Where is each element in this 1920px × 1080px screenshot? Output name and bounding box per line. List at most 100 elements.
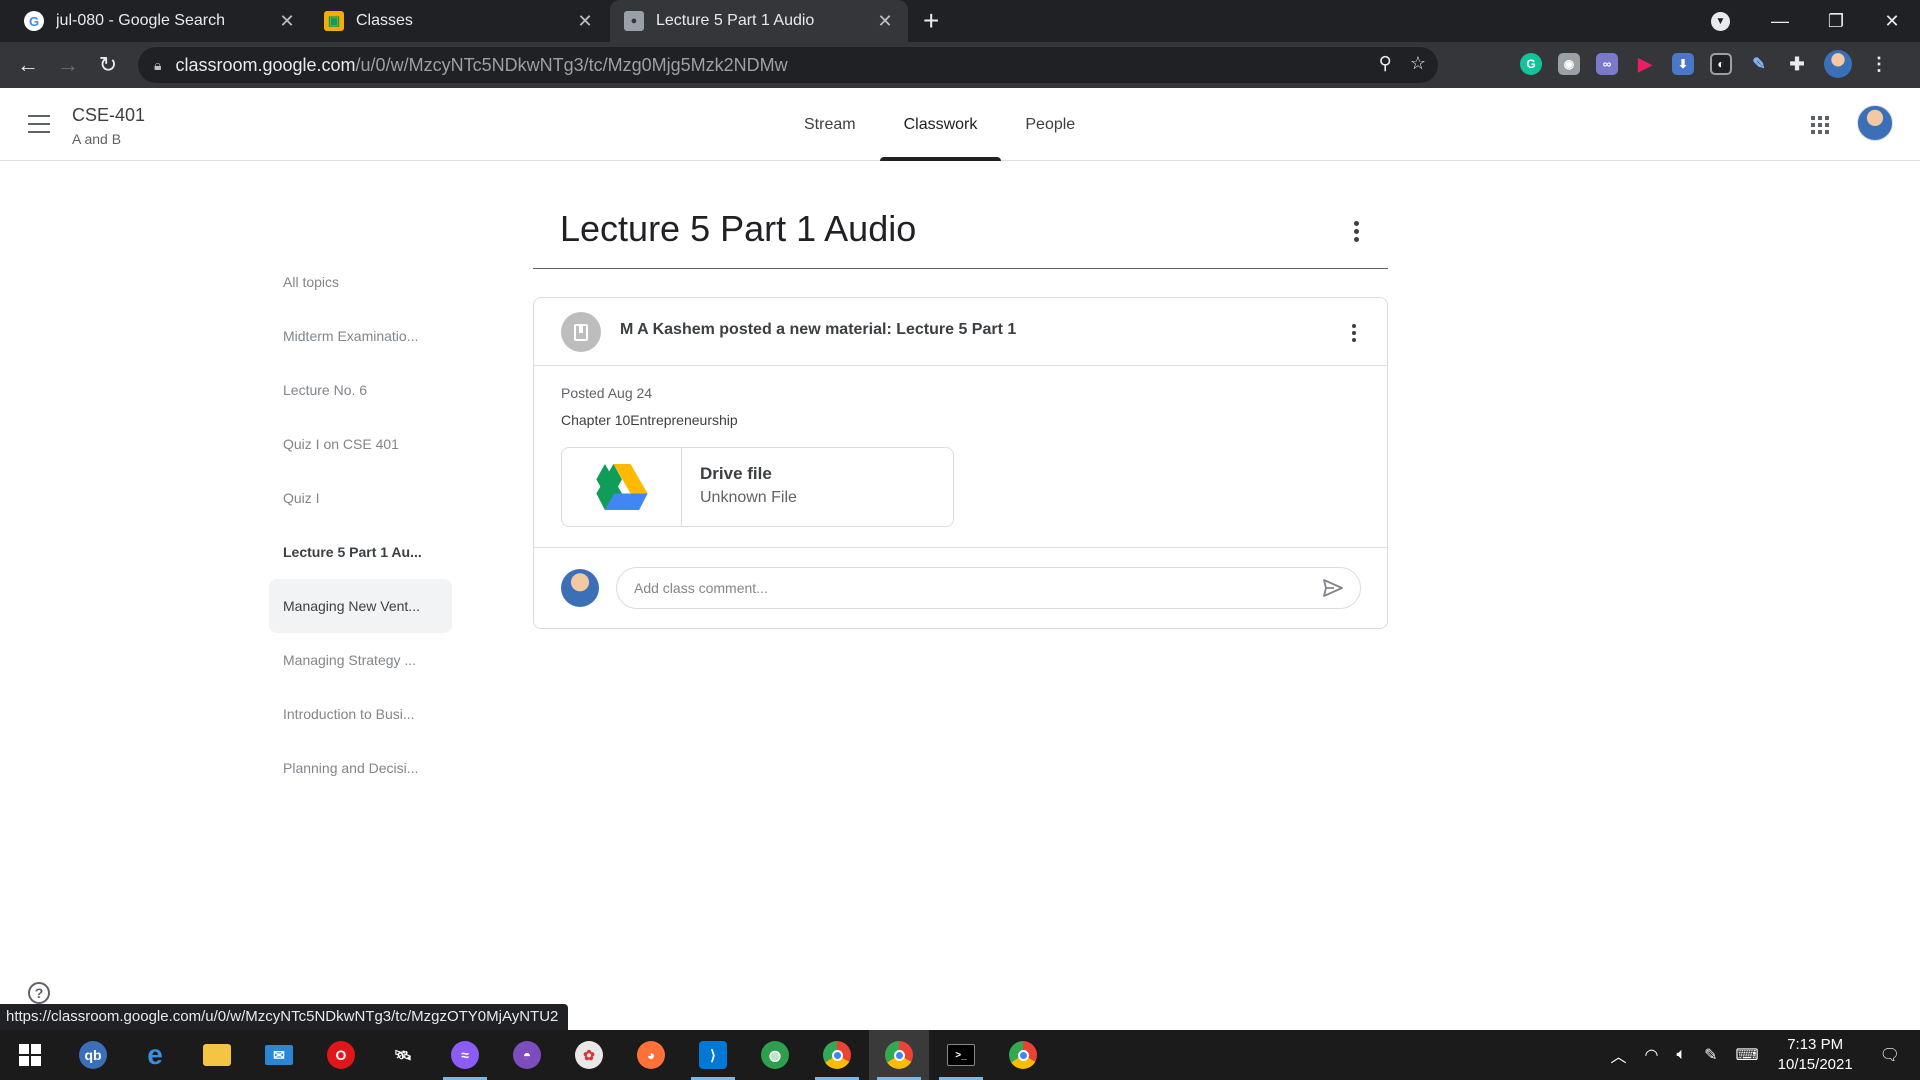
taskbar-app-explorer[interactable] xyxy=(187,1030,247,1080)
topic-item[interactable]: Lecture No. 6 xyxy=(269,363,452,417)
topic-item[interactable]: Quiz I xyxy=(269,471,452,525)
url-text: classroom.google.com/u/0/w/MzcyNTc5NDkwN… xyxy=(175,54,788,75)
download-extension-icon[interactable]: ⬇ xyxy=(1672,53,1694,75)
taskbar-app-edge[interactable]: e xyxy=(125,1030,185,1080)
more-options-icon[interactable] xyxy=(1353,221,1359,242)
topic-item[interactable]: Introduction to Busi... xyxy=(269,687,452,741)
chrome-icon xyxy=(823,1041,851,1069)
send-icon[interactable] xyxy=(1321,576,1345,600)
pen-extension-icon[interactable]: ✎ xyxy=(1748,53,1770,75)
chrome-menu-icon[interactable]: ⋮ xyxy=(1868,53,1890,75)
topic-item[interactable]: Planning and Decisi... xyxy=(269,741,452,795)
tab-classwork[interactable]: Classwork xyxy=(879,88,1002,161)
reload-icon[interactable]: ↻ xyxy=(88,52,128,78)
notification-icon[interactable]: 🗨︎ xyxy=(1880,1045,1900,1065)
attachment-thumbnail xyxy=(562,448,682,526)
status-bar-url: https://classroom.google.com/u/0/w/MzcyN… xyxy=(0,1004,569,1030)
avatar[interactable] xyxy=(1857,105,1893,141)
restore-icon[interactable]: ❐ xyxy=(1808,11,1864,32)
close-icon[interactable]: ✕ xyxy=(278,11,296,32)
menu-icon[interactable] xyxy=(28,115,50,133)
avatar xyxy=(561,569,599,607)
zoom-icon[interactable]: ⚲ xyxy=(1379,53,1392,74)
class-comment-input[interactable] xyxy=(616,567,1361,609)
wifi-icon[interactable]: ◠ xyxy=(1645,1045,1659,1065)
topic-item-hovered[interactable]: Managing New Vent... xyxy=(269,579,452,633)
topics-sidebar: All topics Midterm Examinatio... Lecture… xyxy=(269,255,452,795)
browser-tab-classes[interactable]: ▣ Classes ✕ xyxy=(310,0,608,42)
page-title: Lecture 5 Part 1 Audio xyxy=(560,208,917,249)
chevron-up-icon[interactable]: ︿ xyxy=(1611,1043,1627,1067)
camera-icon[interactable]: ◉ xyxy=(1558,53,1580,75)
lock-icon[interactable]: 🔒︎ xyxy=(154,57,161,74)
forward-icon[interactable]: → xyxy=(48,52,88,78)
grammarly-icon[interactable]: G xyxy=(1520,53,1542,75)
chrome-profile-avatar[interactable] xyxy=(1824,50,1852,78)
topic-item[interactable]: Midterm Examinatio... xyxy=(269,309,452,363)
taskbar-app-chrome-1[interactable] xyxy=(807,1030,867,1080)
taskbar-app-firefox[interactable]: ◕ xyxy=(621,1030,681,1080)
browser-tab-google-search[interactable]: G jul-080 - Google Search ✕ xyxy=(10,0,310,42)
mail-icon: ✉ xyxy=(265,1045,293,1065)
start-button[interactable] xyxy=(0,1030,60,1080)
chevron-down-icon[interactable]: ▼ xyxy=(1711,12,1730,31)
course-title[interactable]: CSE-401 xyxy=(72,105,145,126)
globe-icon: ◍ xyxy=(761,1041,789,1069)
qbittorrent-icon: qb xyxy=(79,1041,107,1069)
posted-date: Posted Aug 24 xyxy=(561,385,653,401)
close-icon[interactable]: ✕ xyxy=(576,11,594,32)
tab-title: Classes xyxy=(356,12,413,29)
screen-recorder-icon[interactable]: ◐ xyxy=(1710,53,1732,75)
taskbar-app-chrome-2[interactable] xyxy=(869,1030,929,1080)
windows-icon xyxy=(19,1044,41,1066)
taskbar-app-paint[interactable]: ✿ xyxy=(559,1030,619,1080)
taskbar-app-github[interactable]: ◓ xyxy=(497,1030,557,1080)
taskbar-app-vscode[interactable]: ⟩ xyxy=(683,1030,743,1080)
messenger-icon: ≈ xyxy=(451,1041,479,1069)
new-tab-button[interactable]: + xyxy=(923,6,939,36)
drive-attachment[interactable]: Drive file Unknown File xyxy=(561,447,954,527)
topic-item[interactable]: Managing Strategy ... xyxy=(269,633,452,687)
material-headline: M A Kashem posted a new material: Lectur… xyxy=(620,321,1017,338)
google-apps-icon[interactable] xyxy=(1811,116,1829,134)
close-icon[interactable]: ✕ xyxy=(876,11,894,32)
clock-date: 10/15/2021 xyxy=(1777,1056,1853,1073)
more-options-icon[interactable] xyxy=(1351,324,1357,342)
clock-time: 7:13 PM xyxy=(1787,1036,1844,1053)
taskbar-app-chrome-3[interactable] xyxy=(993,1030,1053,1080)
window-controls: — ❐ ✕ xyxy=(1752,0,1920,42)
classroom-icon: ▣ xyxy=(324,11,344,31)
browser-tab-lecture[interactable]: ● Lecture 5 Part 1 Audio ✕ xyxy=(610,0,908,42)
minimize-icon[interactable]: — xyxy=(1752,11,1808,32)
puzzle-icon[interactable]: ✚ xyxy=(1786,53,1808,75)
play-extension-icon[interactable]: ▶ xyxy=(1634,53,1656,75)
address-bar[interactable]: 🔒︎ classroom.google.com/u/0/w/MzcyNTc5ND… xyxy=(138,47,1438,83)
material-card: M A Kashem posted a new material: Lectur… xyxy=(533,297,1388,629)
help-icon[interactable]: ? xyxy=(28,982,50,1004)
edge-icon: e xyxy=(147,1039,163,1070)
taskbar-app-globe[interactable]: ◍ xyxy=(745,1030,805,1080)
taskbar-app-satellite[interactable]: 🛰︎ xyxy=(373,1030,433,1080)
taskbar-app-mail[interactable]: ✉ xyxy=(249,1030,309,1080)
bookmark-star-icon[interactable]: ☆ xyxy=(1410,53,1426,74)
chrome-icon xyxy=(1009,1041,1037,1069)
material-card-header[interactable]: M A Kashem posted a new material: Lectur… xyxy=(534,298,1387,366)
comment-section xyxy=(534,547,1387,629)
extension-glasses-icon[interactable]: ∞ xyxy=(1596,53,1618,75)
pen-icon[interactable]: ✎ xyxy=(1704,1045,1717,1065)
topic-item[interactable]: Quiz I on CSE 401 xyxy=(269,417,452,471)
volume-icon[interactable]: 🔈︎ xyxy=(1677,1046,1687,1064)
taskbar-app-terminal[interactable]: >_ xyxy=(931,1030,991,1080)
taskbar-clock[interactable]: 7:13 PM 10/15/2021 xyxy=(1778,1035,1853,1075)
taskbar-app-messenger[interactable]: ≈ xyxy=(435,1030,495,1080)
taskbar-app-opera[interactable]: O xyxy=(311,1030,371,1080)
back-icon[interactable]: ← xyxy=(8,52,48,78)
tab-people[interactable]: People xyxy=(1001,88,1099,161)
satellite-icon: 🛰︎ xyxy=(394,1046,412,1063)
tab-stream[interactable]: Stream xyxy=(780,88,880,161)
close-window-icon[interactable]: ✕ xyxy=(1864,11,1920,32)
topic-item-current[interactable]: Lecture 5 Part 1 Au... xyxy=(269,525,452,579)
taskbar-app-qb[interactable]: qb xyxy=(63,1030,123,1080)
topic-all[interactable]: All topics xyxy=(269,255,452,309)
keyboard-icon[interactable]: ⌨ xyxy=(1736,1045,1759,1065)
